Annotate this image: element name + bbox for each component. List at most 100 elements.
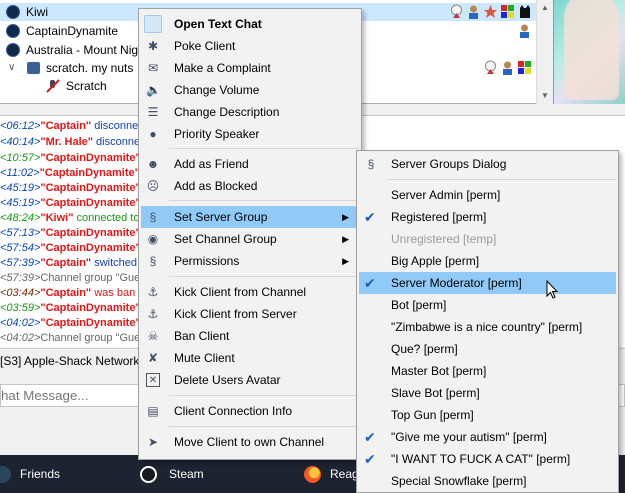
submenu-group-item[interactable]: ✔ "I WANT TO FUCK A CAT" [perm] (359, 448, 616, 470)
badge-star-icon (484, 5, 497, 18)
log-line: <04:02>"CaptainDynamite" (0, 317, 140, 329)
client-icon (6, 24, 20, 38)
menu-permissions[interactable]: § Permissions ▶ (141, 250, 359, 272)
menu-separator (169, 426, 359, 427)
menu-ban-client[interactable]: ☠ Ban Client (141, 325, 359, 347)
log-line: <57:54>"CaptainDynamite" (0, 242, 140, 254)
chat-icon (144, 15, 162, 33)
submenu-group-item[interactable]: Top Gun [perm] (359, 404, 616, 426)
badge-registered-icon (451, 4, 462, 18)
checkmark-icon: ✔ (364, 451, 376, 467)
menu-separator (169, 276, 359, 277)
badge-cat-icon (520, 5, 530, 18)
menu-separator (169, 200, 359, 201)
submenu-group-item[interactable]: ✔ Server Moderator [perm] (359, 272, 616, 294)
kick-server-icon: ⚓ (147, 307, 159, 321)
submenu-group-item[interactable]: Big Apple [perm] (359, 250, 616, 272)
submenu-arrow-icon: ▶ (342, 212, 349, 222)
badge-user-icon (520, 24, 529, 38)
log-line: <11:02>"CaptainDynamite" (0, 167, 140, 179)
client-icon (6, 5, 20, 19)
firefox-icon (304, 466, 321, 483)
channel-icon (27, 62, 40, 74)
submenu-server-groups-dialog[interactable]: § Server Groups Dialog (359, 153, 616, 175)
microphone-icon: ● (149, 127, 157, 141)
chevron-down-icon[interactable]: ∨ (8, 59, 15, 77)
menu-mute-client[interactable]: ✘ Mute Client (141, 347, 359, 369)
menu-priority-speaker[interactable]: ● Priority Speaker (141, 123, 359, 145)
server-group-icon: § (367, 157, 375, 171)
log-line: <03:44>"Captain" was ban (0, 287, 136, 299)
scroll-down-icon[interactable]: ▼ (537, 88, 553, 104)
server-tab-label: [S3] Apple-Shack Network ~♥ (0, 354, 157, 368)
kick-channel-icon: ⚓ (147, 285, 159, 299)
submenu-group-item[interactable]: "Zimbabwe is a nice country" [perm] (359, 316, 616, 338)
submenu-group-item[interactable]: Master Bot [perm] (359, 360, 616, 382)
submenu-group-item[interactable]: Server Admin [perm] (359, 184, 616, 206)
poke-icon: ✱ (147, 39, 159, 53)
move-client-icon: ➤ (147, 435, 159, 449)
submenu-group-item: Unregistered [temp] (391, 232, 497, 246)
scroll-up-icon[interactable]: ▲ (537, 0, 553, 16)
taskbar-steam[interactable]: Steam (136, 455, 266, 493)
menu-change-volume[interactable]: 🔈 Change Volume (141, 79, 359, 101)
menu-add-friend[interactable]: ☻ Add as Friend (141, 153, 359, 175)
menu-separator (169, 148, 359, 149)
log-line: <04:02>Channel group "Gue (0, 332, 140, 344)
menu-client-connection-info[interactable]: ▤ Client Connection Info (141, 400, 359, 422)
submenu-group-item[interactable]: ✔ "Give me your autism" [perm] (359, 426, 616, 448)
checkmark-icon: ✔ (364, 275, 376, 291)
log-line: <10:57>"CaptainDynamite" (0, 152, 140, 164)
server-group-submenu: § Server Groups Dialog Server Admin [per… (356, 150, 619, 493)
menu-add-blocked[interactable]: ☹ Add as Blocked (141, 175, 359, 197)
complaint-icon: ✉ (147, 61, 159, 75)
checkmark-icon: ✔ (364, 429, 376, 445)
submenu-group-item[interactable]: ✔ Registered [perm] (359, 206, 616, 228)
taskbar-reag[interactable]: Reag (300, 455, 360, 493)
add-friend-icon: ☻ (146, 157, 160, 171)
muted-microphone-icon (46, 79, 60, 93)
log-line: <57:39>Channel group "Gue (0, 272, 140, 284)
menu-poke-client[interactable]: ✱ Poke Client (141, 35, 359, 57)
menu-kick-from-server[interactable]: ⚓ Kick Client from Server (141, 303, 359, 325)
submenu-group-item[interactable]: Que? [perm] (359, 338, 616, 360)
steam-icon (140, 466, 157, 483)
badge-user-icon (469, 5, 478, 19)
channel-banner-image (553, 0, 625, 104)
mute-icon: ✘ (147, 351, 159, 365)
badge-registered-icon (485, 60, 496, 74)
client-icon (6, 43, 20, 57)
delete-avatar-icon: ✕ (146, 373, 160, 387)
submenu-group-item[interactable]: Special Snowflake [perm] (359, 470, 616, 492)
log-line: <03:59>"CaptainDynamite" (0, 302, 140, 314)
log-line: <45:19>"CaptainDynamite" (0, 182, 140, 194)
menu-kick-from-channel[interactable]: ⚓ Kick Client from Channel (141, 281, 359, 303)
menu-set-channel-group[interactable]: ◉ Set Channel Group ▶ (141, 228, 359, 250)
submenu-arrow-icon: ▶ (342, 256, 349, 266)
permissions-icon: § (149, 254, 157, 268)
menu-delete-avatar[interactable]: ✕ Delete Users Avatar (141, 369, 359, 391)
volume-icon: 🔈 (146, 83, 161, 97)
server-group-icon: § (149, 210, 157, 224)
channel-group-icon: ◉ (147, 232, 159, 246)
taskbar-friends[interactable]: Friends (0, 455, 120, 493)
badge-puzzle-icon (501, 5, 514, 18)
menu-set-server-group[interactable]: § Set Server Group ▶ (141, 206, 359, 228)
submenu-group-item[interactable]: Bot [perm] (359, 294, 616, 316)
log-line: <40:14>"Mr. Hale" disconne (0, 136, 140, 148)
tree-scrollbar[interactable]: ▲ ▼ (536, 0, 552, 104)
ban-icon: ☠ (147, 329, 159, 343)
submenu-group-item[interactable]: Slave Bot [perm] (359, 382, 616, 404)
friends-icon (0, 466, 11, 483)
connection-info-icon: ▤ (147, 404, 159, 418)
menu-make-complaint[interactable]: ✉ Make a Complaint (141, 57, 359, 79)
menu-move-client-own-channel[interactable]: ➤ Move Client to own Channel (141, 431, 359, 453)
menu-separator (169, 395, 359, 396)
block-icon: ☹ (146, 179, 160, 193)
checkmark-icon: ✔ (364, 209, 376, 225)
badge-user-icon (503, 61, 512, 75)
log-line: <06:12>"Captain" disconne (0, 120, 139, 132)
menu-change-description[interactable]: ☰ Change Description (141, 101, 359, 123)
badge-puzzle-icon (518, 61, 531, 74)
menu-open-text-chat[interactable]: Open Text Chat (141, 13, 359, 35)
